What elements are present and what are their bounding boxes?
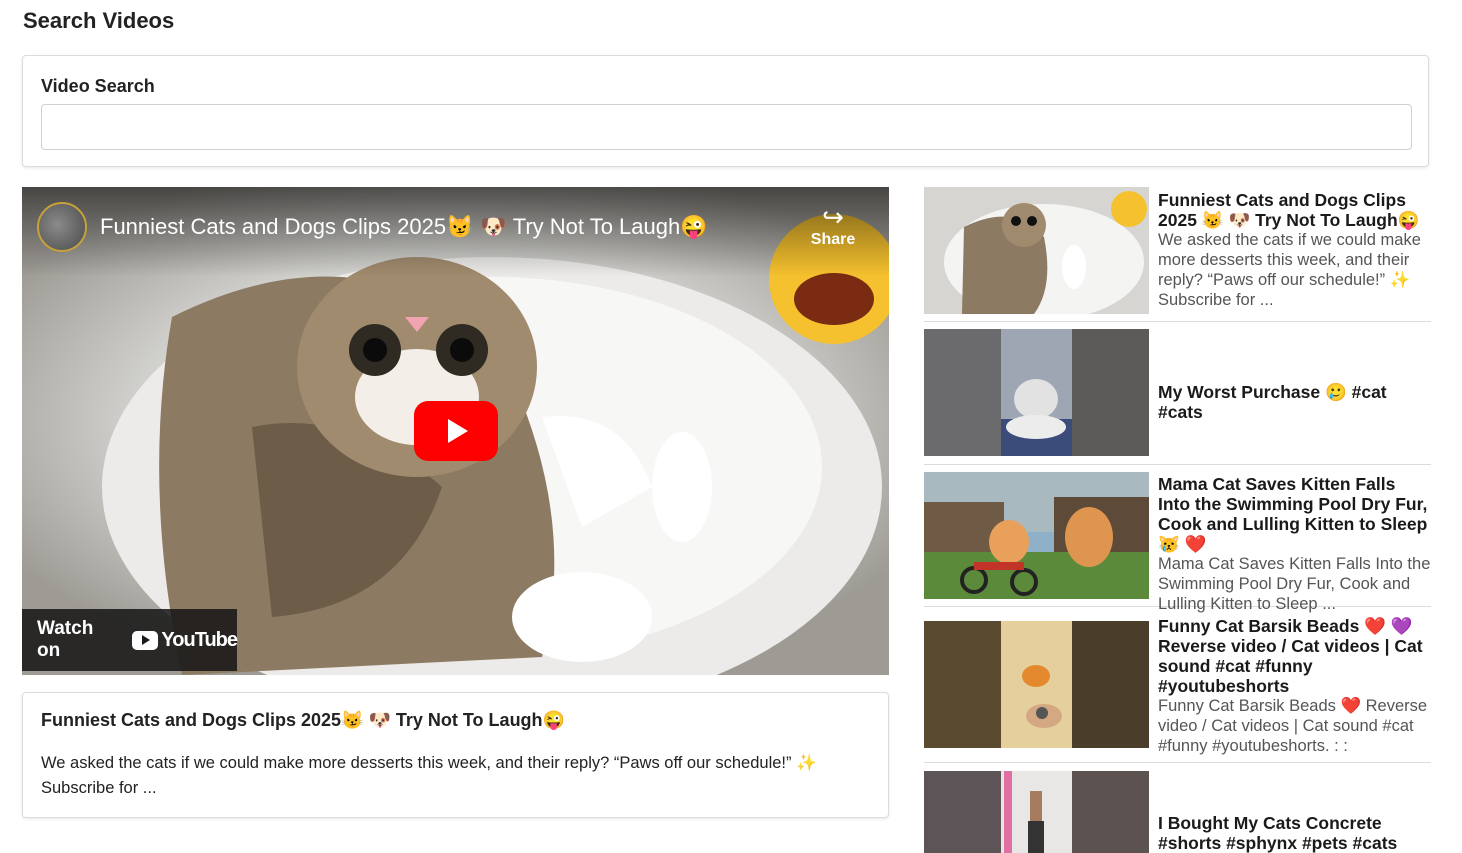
result-item[interactable]: Funniest Cats and Dogs Clips 2025 😼 🐶 Tr… (924, 187, 1431, 322)
watch-on-label: Watch on (37, 618, 94, 661)
result-title[interactable]: Funny Cat Barsik Beads ❤️ 💜 Reverse vide… (1158, 616, 1431, 696)
youtube-play-icon (132, 630, 159, 650)
share-label: Share (810, 231, 856, 248)
player-title[interactable]: Funniest Cats and Dogs Clips 2025😼 🐶 Try… (100, 214, 708, 240)
video-player[interactable]: Funniest Cats and Dogs Clips 2025😼 🐶 Try… (22, 187, 889, 675)
result-thumbnail[interactable] (924, 771, 1149, 853)
youtube-wordmark: YouTube (161, 628, 238, 651)
result-description: We asked the cats if we could make more … (1158, 231, 1421, 309)
share-arrow-icon: ↪ (822, 202, 844, 232)
result-item[interactable]: Funny Cat Barsik Beads ❤️ 💜 Reverse vide… (924, 614, 1431, 763)
result-thumbnail[interactable] (924, 621, 1149, 748)
search-label: Video Search (41, 76, 155, 96)
channel-avatar[interactable] (37, 202, 87, 252)
result-thumbnail[interactable] (924, 187, 1149, 314)
search-input[interactable] (41, 104, 1412, 150)
result-title[interactable]: Mama Cat Saves Kitten Falls Into the Swi… (1158, 474, 1431, 554)
laughing-emoji-icon (1111, 191, 1147, 227)
result-description: Funny Cat Barsik Beads ❤️ Reverse video … (1158, 697, 1428, 755)
result-item[interactable]: My Worst Purchase 🥲 #cat #cats (924, 329, 1431, 465)
search-card: Video Search (22, 55, 1429, 167)
result-title[interactable]: I Bought My Cats Concrete #shorts #sphyn… (1158, 813, 1431, 853)
result-item[interactable]: I Bought My Cats Concrete #shorts #sphyn… (924, 770, 1431, 853)
play-icon (448, 419, 468, 443)
result-title[interactable]: Funniest Cats and Dogs Clips 2025 😼 🐶 Tr… (1158, 190, 1431, 230)
page-title: Search Videos (23, 8, 175, 33)
result-item[interactable]: Mama Cat Saves Kitten Falls Into the Swi… (924, 472, 1431, 613)
result-thumbnail[interactable] (924, 329, 1149, 456)
video-details-title: Funniest Cats and Dogs Clips 2025😼 🐶 Try… (41, 710, 565, 730)
result-title[interactable]: My Worst Purchase 🥲 #cat #cats (1158, 382, 1431, 422)
share-button[interactable]: ↪ Share (805, 203, 861, 249)
video-details-card: Funniest Cats and Dogs Clips 2025😼 🐶 Try… (22, 692, 889, 818)
watch-on-youtube-button[interactable]: Watch on YouTube (22, 609, 238, 671)
play-button[interactable] (414, 401, 498, 461)
result-thumbnail[interactable] (924, 472, 1149, 599)
result-description: Mama Cat Saves Kitten Falls Into the Swi… (1158, 555, 1431, 613)
youtube-logo: YouTube (132, 628, 238, 652)
video-details-description: We asked the cats if we could make more … (41, 754, 817, 797)
